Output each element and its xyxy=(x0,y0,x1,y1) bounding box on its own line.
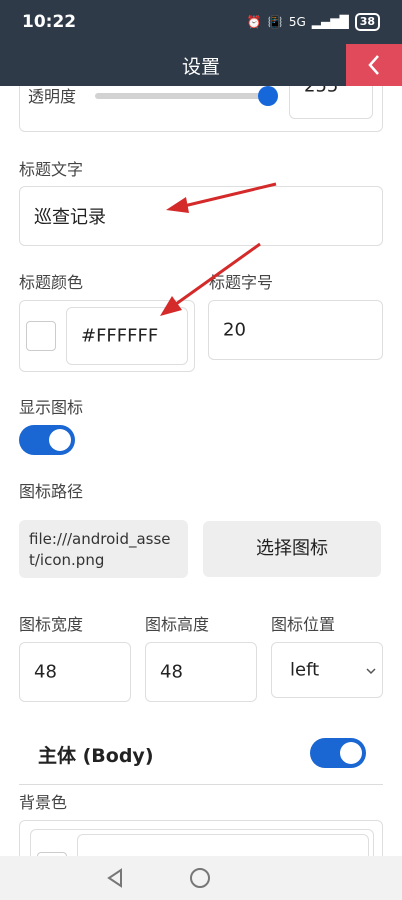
color-swatch[interactable] xyxy=(26,321,56,351)
nav-home-icon[interactable] xyxy=(190,868,210,888)
show-icon-toggle[interactable] xyxy=(19,425,75,455)
battery-icon: 38 xyxy=(354,13,380,31)
body-section-toggle[interactable] xyxy=(310,738,366,768)
toggle-knob xyxy=(49,429,71,451)
opacity-slider-track[interactable] xyxy=(95,93,265,99)
settings-form[interactable]: 透明度 255 标题文字 巡查记录 标题颜色 #FFFFFF 标题字号 20 显… xyxy=(0,86,402,856)
icon-path-value: file:///android_asset/icon.png xyxy=(19,520,188,578)
back-button[interactable] xyxy=(346,44,402,86)
show-icon-label: 显示图标 xyxy=(19,398,84,417)
network-label: 5G xyxy=(288,15,306,29)
opacity-slider-thumb[interactable] xyxy=(258,86,278,106)
body-section-title: 主体 (Body) xyxy=(38,745,154,767)
vibrate-icon: 📳 xyxy=(267,15,283,29)
title-color-field: #FFFFFF xyxy=(19,300,195,372)
app-header: 设置 xyxy=(0,44,402,86)
title-font-size-label: 标题字号 xyxy=(209,273,274,292)
opacity-row: 透明度 255 xyxy=(19,86,383,132)
opacity-input[interactable]: 255 xyxy=(289,86,373,119)
chevron-left-icon xyxy=(368,55,379,75)
title-font-size-input[interactable]: 20 xyxy=(208,300,383,360)
title-color-label: 标题颜色 xyxy=(19,273,84,292)
opacity-label: 透明度 xyxy=(28,87,77,106)
icon-height-input[interactable]: 48 xyxy=(145,642,257,702)
icon-width-input[interactable]: 48 xyxy=(19,642,131,702)
title-color-input[interactable]: #FFFFFF xyxy=(66,307,188,365)
icon-position-label: 图标位置 xyxy=(271,615,336,634)
background-color-inner xyxy=(30,829,374,856)
nav-back-icon[interactable] xyxy=(106,868,124,888)
background-color-field xyxy=(19,820,383,856)
signal-icon: ▂▄▆█ xyxy=(311,15,349,29)
icon-path-label: 图标路径 xyxy=(19,482,84,501)
section-divider xyxy=(19,784,383,785)
chevron-down-icon xyxy=(366,668,376,675)
icon-position-select[interactable]: left xyxy=(271,642,383,698)
status-bar: 10:22 ⏰ 📳 5G ▂▄▆█ 38 xyxy=(0,0,402,44)
title-text-input[interactable]: 巡查记录 xyxy=(19,186,383,246)
icon-height-label: 图标高度 xyxy=(145,615,210,634)
toggle-knob xyxy=(340,742,362,764)
background-color-input[interactable] xyxy=(77,834,369,856)
page-title: 设置 xyxy=(181,56,220,78)
status-icons: ⏰ 📳 5G ▂▄▆█ 38 xyxy=(247,13,380,31)
choose-icon-button[interactable]: 选择图标 xyxy=(203,521,381,577)
system-nav-bar xyxy=(0,856,402,900)
status-time: 10:22 xyxy=(22,12,77,32)
background-color-label: 背景色 xyxy=(19,793,68,812)
title-text-label: 标题文字 xyxy=(19,160,84,179)
icon-width-label: 图标宽度 xyxy=(19,615,84,634)
alarm-icon: ⏰ xyxy=(246,15,262,29)
